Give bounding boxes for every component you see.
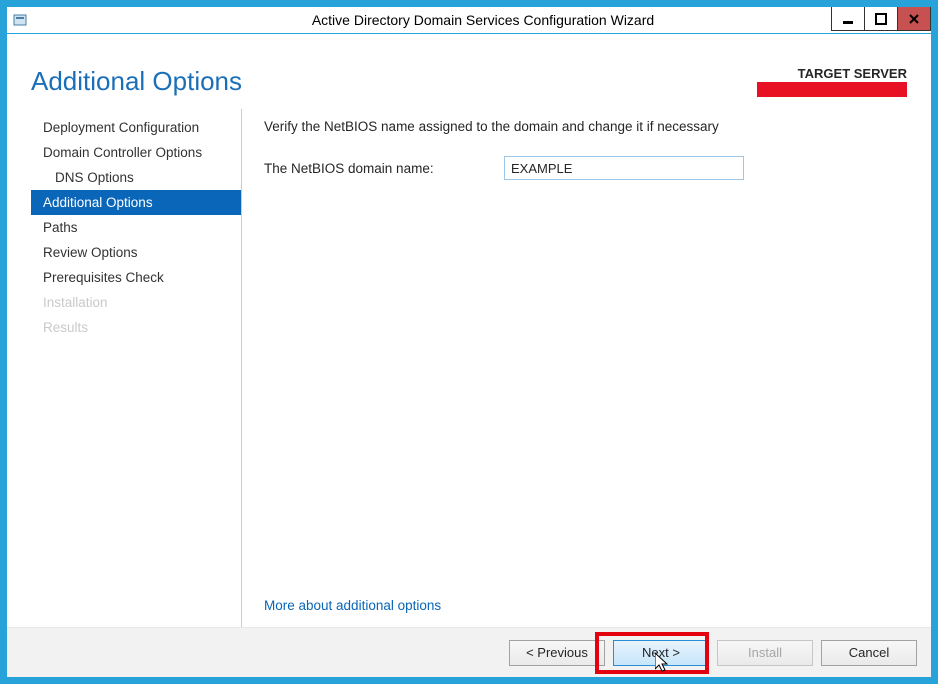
page-title: Additional Options (31, 66, 242, 97)
netbios-label: The NetBIOS domain name: (264, 161, 494, 176)
install-button[interactable]: Install (717, 640, 813, 666)
more-about-link[interactable]: More about additional options (264, 598, 889, 613)
maximize-button[interactable] (864, 7, 898, 31)
netbios-input[interactable] (504, 156, 744, 180)
sidebar-item-results: Results (31, 315, 241, 340)
sidebar-item-installation: Installation (31, 290, 241, 315)
instruction-text: Verify the NetBIOS name assigned to the … (264, 119, 889, 134)
wizard-window: Active Directory Domain Services Configu… (0, 0, 938, 684)
app-icon (11, 10, 31, 30)
main-pane: Verify the NetBIOS name assigned to the … (242, 109, 907, 627)
target-server-redacted (757, 82, 907, 97)
footer-buttons: < Previous Next > Install Cancel (7, 627, 931, 677)
target-server-label: TARGET SERVER (757, 66, 907, 81)
window-title: Active Directory Domain Services Configu… (35, 12, 931, 28)
next-button[interactable]: Next > (613, 640, 709, 666)
sidebar-item-prerequisites-check[interactable]: Prerequisites Check (31, 265, 241, 290)
close-button[interactable] (897, 7, 931, 31)
sidebar-item-domain-controller-options[interactable]: Domain Controller Options (31, 140, 241, 165)
spacer (264, 180, 889, 598)
titlebar: Active Directory Domain Services Configu… (7, 7, 931, 34)
sidebar-item-additional-options[interactable]: Additional Options (31, 190, 241, 215)
sidebar-item-review-options[interactable]: Review Options (31, 240, 241, 265)
sidebar-item-paths[interactable]: Paths (31, 215, 241, 240)
target-server-block: TARGET SERVER (757, 66, 907, 97)
previous-button[interactable]: < Previous (509, 640, 605, 666)
netbios-row: The NetBIOS domain name: (264, 156, 889, 180)
sidebar-item-deployment-configuration[interactable]: Deployment Configuration (31, 115, 241, 140)
window-controls (832, 7, 931, 33)
sidebar-nav: Deployment ConfigurationDomain Controlle… (31, 109, 242, 627)
header-area: Additional Options TARGET SERVER (7, 34, 931, 109)
minimize-button[interactable] (831, 7, 865, 31)
cancel-button[interactable]: Cancel (821, 640, 917, 666)
sidebar-item-dns-options[interactable]: DNS Options (31, 165, 241, 190)
content-area: Deployment ConfigurationDomain Controlle… (7, 109, 931, 627)
